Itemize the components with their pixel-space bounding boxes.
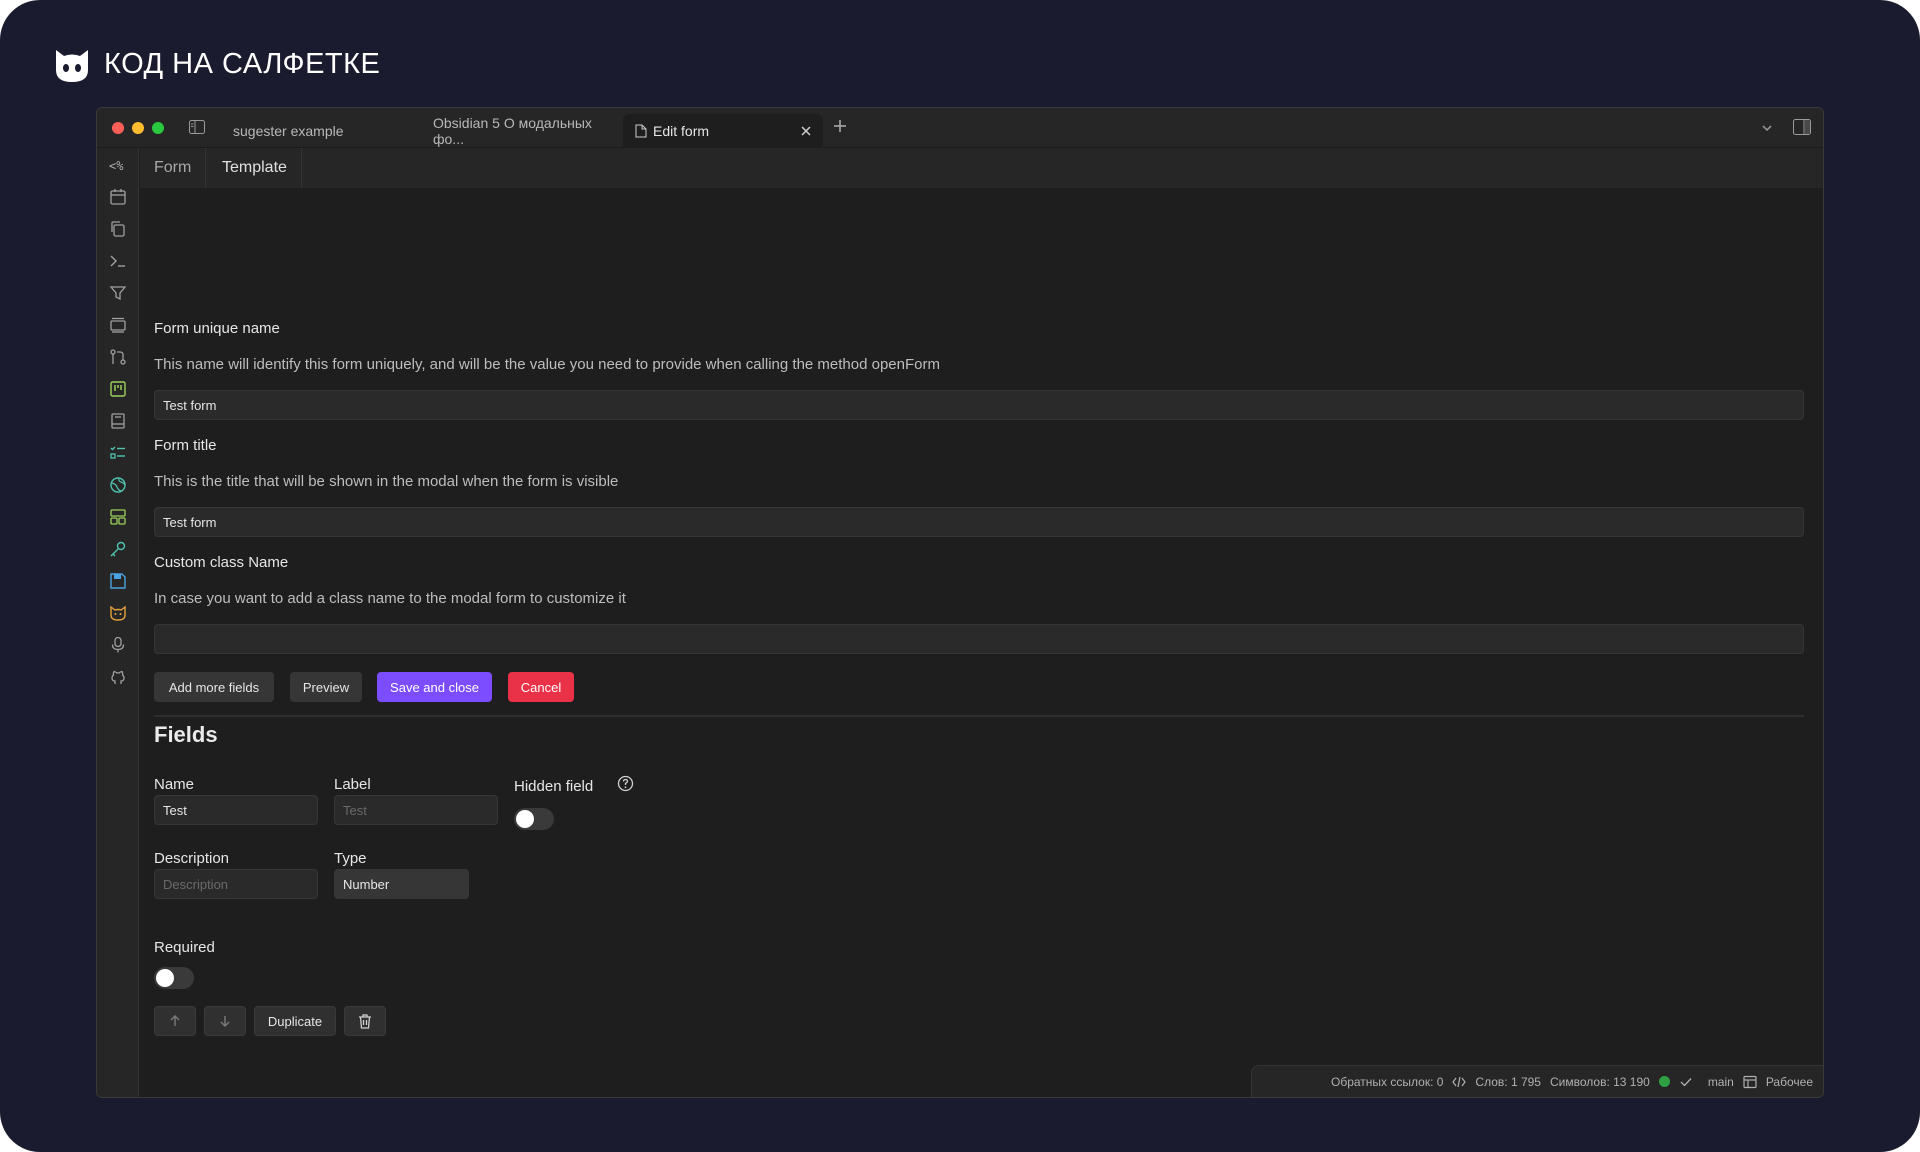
tab-label: sugester example — [233, 123, 344, 139]
duplicate-button[interactable]: Duplicate — [254, 1006, 336, 1036]
save-icon[interactable] — [109, 572, 127, 590]
tab-obsidian-5[interactable]: Obsidian 5 О модальных фо... — [421, 114, 621, 148]
screenshot-frame: КОД НА САЛФЕТКЕ sugester example Obsidia… — [0, 0, 1920, 1152]
cancel-button[interactable]: Cancel — [508, 672, 574, 702]
char-count: Символов: 13 190 — [1549, 1074, 1650, 1089]
field-type-label: Type — [334, 850, 367, 867]
svg-text:<%: <% — [109, 159, 124, 173]
toggle-knob — [156, 969, 174, 987]
ribbon-sidebar: <% — [97, 148, 139, 1097]
backlinks-count[interactable]: Обратных ссылок: 0 — [1331, 1075, 1443, 1089]
add-more-fields-button[interactable]: Add more fields — [154, 672, 274, 702]
move-up-button[interactable] — [154, 1006, 196, 1036]
close-icon[interactable] — [799, 124, 813, 138]
tab-template[interactable]: Template — [208, 148, 302, 188]
trash-icon — [359, 1014, 371, 1029]
hidden-field-label: Hidden field — [514, 778, 594, 795]
globe-icon[interactable] — [109, 476, 127, 494]
help-icon[interactable] — [617, 775, 634, 792]
field-description-label: Description — [154, 850, 230, 867]
brand-title: КОД НА САЛФЕТКЕ — [104, 47, 381, 80]
field-label-input[interactable]: Test — [334, 795, 498, 825]
dashboard-icon[interactable] — [109, 508, 127, 526]
input-value: Test — [163, 802, 187, 818]
move-down-button[interactable] — [204, 1006, 246, 1036]
required-toggle[interactable] — [154, 967, 194, 989]
custom-class-description: In case you want to add a class name to … — [154, 590, 626, 607]
sidebar-toggle-icon[interactable] — [189, 120, 205, 134]
form-unique-name-input[interactable]: Test form — [154, 390, 1804, 420]
layout-icon[interactable] — [1743, 1075, 1757, 1089]
custom-class-label: Custom class Name — [154, 554, 289, 571]
right-sidebar-toggle-icon[interactable] — [1793, 119, 1811, 135]
book-icon[interactable] — [109, 412, 127, 430]
copy-icon[interactable] — [109, 220, 127, 238]
kanban-icon[interactable] — [109, 380, 127, 398]
templater-icon[interactable]: <% — [109, 156, 127, 174]
input-placeholder: Description — [163, 876, 229, 892]
workspace-name[interactable]: Рабочее — [1766, 1075, 1813, 1089]
field-type-select[interactable]: Number — [334, 869, 469, 899]
calendar-icon[interactable] — [109, 188, 127, 206]
title-bar: sugester example Obsidian 5 О модальных … — [97, 108, 1823, 148]
tab-label: Obsidian 5 О модальных фо... — [433, 115, 592, 147]
fields-heading: Fields — [154, 722, 218, 747]
arrow-down-icon — [220, 1016, 230, 1027]
field-name-input[interactable]: Test — [154, 795, 318, 825]
form-unique-name-description: This name will identify this form unique… — [154, 356, 940, 373]
git-branch[interactable]: main — [1708, 1075, 1734, 1089]
field-description-input[interactable]: Description — [154, 869, 318, 899]
status-bar: Обратных ссылок: 0 Слов: 1 795 Символов:… — [1251, 1065, 1823, 1097]
form-title-label: Form title — [154, 437, 217, 454]
select-value: Number — [343, 876, 390, 892]
section-divider — [154, 715, 1804, 717]
close-window-button[interactable] — [112, 122, 124, 134]
edit-form-content: Form unique name This name will identify… — [140, 188, 1823, 1097]
form-unique-name-label: Form unique name — [154, 320, 280, 337]
chevron-down-icon[interactable] — [1761, 122, 1773, 134]
maximize-window-button[interactable] — [152, 122, 164, 134]
key-icon[interactable] — [109, 540, 127, 558]
new-tab-icon[interactable] — [832, 118, 848, 134]
field-name-label: Name — [154, 776, 195, 793]
custom-class-input[interactable] — [154, 624, 1804, 654]
document-icon — [635, 124, 647, 138]
app-window: sugester example Obsidian 5 О модальных … — [96, 107, 1824, 1098]
word-count: Слов: 1 795 — [1475, 1074, 1541, 1089]
toggle-knob — [516, 810, 534, 828]
sync-status-dot[interactable] — [1658, 1076, 1670, 1087]
cat-head-icon — [56, 50, 88, 82]
input-placeholder: Test — [343, 802, 367, 818]
save-and-close-button[interactable]: Save and close — [377, 672, 492, 702]
code-icon[interactable] — [1452, 1075, 1467, 1089]
form-title-description: This is the title that will be shown in … — [154, 473, 619, 490]
delete-button[interactable] — [344, 1006, 386, 1036]
tab-form[interactable]: Form — [140, 148, 207, 188]
input-value: Test form — [163, 397, 217, 413]
tab-label: Edit form — [653, 123, 710, 139]
mic-icon[interactable] — [109, 636, 127, 654]
tab-edit-form[interactable]: Edit form — [623, 114, 823, 148]
form-title-input[interactable]: Test form — [154, 507, 1804, 537]
preview-button[interactable]: Preview — [290, 672, 362, 702]
view-tabs: Form Template — [140, 148, 1823, 188]
field-label-label: Label — [334, 776, 371, 793]
git-icon[interactable] — [109, 348, 127, 366]
arrow-up-icon — [170, 1015, 180, 1026]
check-icon[interactable] — [1679, 1075, 1693, 1089]
input-value: Test form — [163, 514, 217, 530]
minimize-window-button[interactable] — [132, 122, 144, 134]
hidden-field-toggle[interactable] — [514, 808, 554, 830]
tab-sugester-example[interactable]: sugester example — [221, 114, 417, 148]
layers-icon[interactable] — [109, 316, 127, 334]
tasks-icon[interactable] — [109, 444, 127, 462]
brand-header: КОД НА САЛФЕТКЕ — [52, 44, 380, 84]
terminal-icon[interactable] — [109, 252, 127, 270]
github-icon[interactable] — [109, 668, 127, 686]
cat-icon[interactable] — [109, 604, 127, 622]
filter-icon[interactable] — [109, 284, 127, 302]
required-label: Required — [154, 939, 215, 956]
